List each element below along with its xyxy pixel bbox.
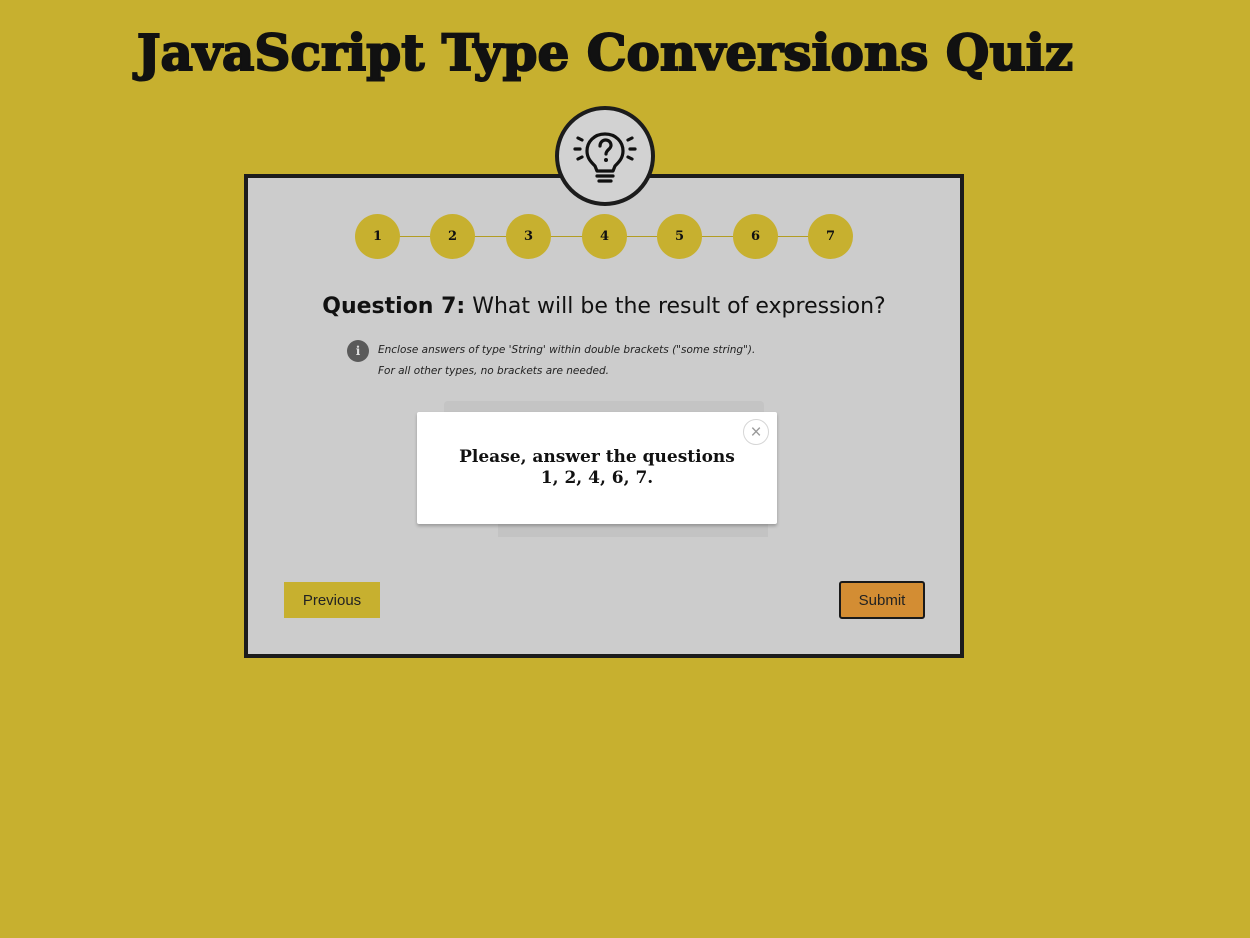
page-title: JavaScript Type Conversions Quiz (136, 22, 1074, 83)
previous-button[interactable]: Previous (284, 582, 380, 618)
step-4[interactable]: 4 (582, 214, 627, 259)
step-6[interactable]: 6 (733, 214, 778, 259)
hint-line-2: For all other types, no brackets are nee… (378, 365, 609, 377)
step-2[interactable]: 2 (430, 214, 475, 259)
modal-message-line-1: Please, answer the questions (459, 447, 735, 467)
submit-button[interactable]: Submit (839, 581, 925, 619)
info-icon: i (347, 340, 369, 362)
hint-text: Enclose answers of type 'String' within … (378, 340, 755, 382)
lightbulb-badge (555, 106, 655, 206)
modal-message-line-2: 1, 2, 4, 6, 7. (540, 468, 654, 488)
modal-message: Please, answer the questions 1, 2, 4, 6,… (417, 447, 777, 489)
question-number: Question 7: (322, 294, 466, 319)
lightbulb-question-icon (573, 132, 637, 183)
step-1[interactable]: 1 (355, 214, 400, 259)
question-text: What will be the result of expression? (472, 294, 886, 319)
step-5[interactable]: 5 (657, 214, 702, 259)
alert-modal: × Please, answer the questions 1, 2, 4, … (417, 412, 777, 524)
step-7[interactable]: 7 (808, 214, 853, 259)
question-stepper: 1 2 3 4 5 6 7 (355, 214, 853, 259)
question-heading: Question 7: What will be the result of e… (244, 294, 964, 319)
close-icon[interactable]: × (743, 419, 769, 445)
step-3[interactable]: 3 (506, 214, 551, 259)
hint-line-1: Enclose answers of type 'String' within … (378, 344, 756, 356)
